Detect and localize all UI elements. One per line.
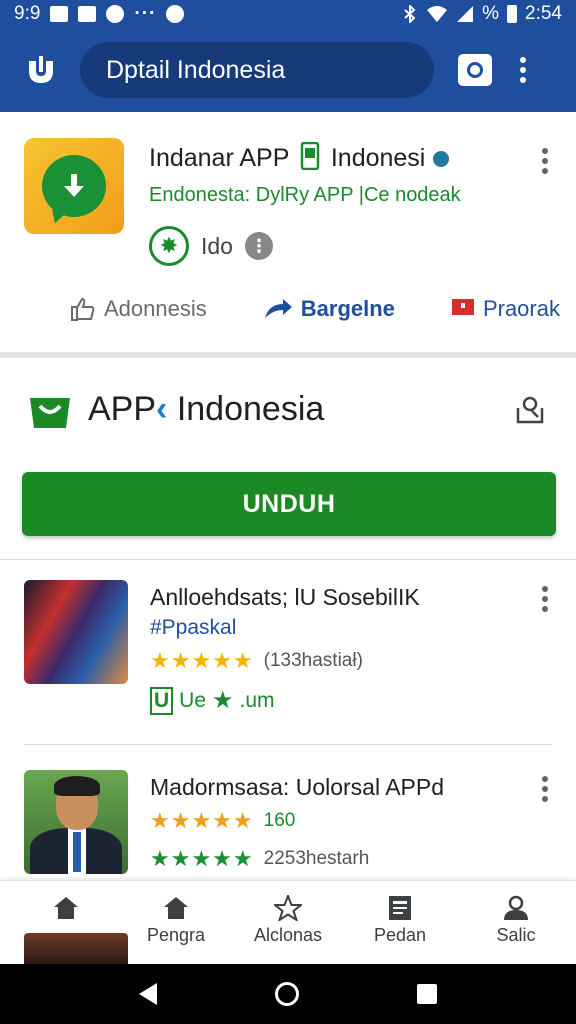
star-rating-icons: ★★★★★	[150, 808, 254, 833]
search-text: Dptail Indonesia	[106, 55, 286, 84]
info-icon[interactable]: ⋮	[244, 232, 273, 260]
age-rating-badge-icon: ✸	[149, 226, 189, 266]
nav-label: Pedan	[373, 925, 427, 945]
app-bar: Dptail Indonesia	[0, 28, 576, 112]
item-title: Madormsasa: Uolorsal APPd	[150, 774, 445, 800]
share-action-label: Bargelne	[300, 296, 395, 321]
share-action[interactable]: Bargelne	[263, 296, 395, 322]
nav-item-pengra[interactable]: Pengra	[126, 895, 226, 946]
nav-label: Alclonas	[253, 925, 323, 945]
app-logo-icon[interactable]	[22, 51, 60, 89]
overflow-menu-icon[interactable]	[520, 57, 526, 83]
section-title-suffix: Indonesia	[176, 390, 325, 428]
item-rating-secondary: ★★★★★ 2253hestarh	[150, 846, 369, 872]
share-arrow-icon	[264, 299, 292, 318]
nav-item-pedan[interactable]: Pedan	[350, 895, 450, 946]
app-detail-card: Indanar APP Indonesi Endonesta: DylRy AP…	[0, 112, 576, 358]
recents-icon[interactable]	[417, 984, 437, 1004]
item-badge: U Ue ★ .um	[150, 686, 275, 715]
nav-label: Pengra	[146, 925, 206, 945]
flag-icon	[451, 299, 474, 315]
status-time: 9:9	[14, 3, 41, 24]
more-notifications-icon: ···	[134, 3, 157, 24]
report-action[interactable]: Praorak	[451, 296, 560, 322]
item-menu-icon[interactable]	[542, 776, 548, 802]
download-arrow-icon	[42, 155, 106, 217]
news-icon	[389, 896, 411, 920]
item-rating: ★★★★★ (133hastiał)	[150, 648, 363, 674]
item-menu-icon[interactable]	[542, 586, 548, 612]
download-button[interactable]: UNDUH	[22, 472, 556, 536]
notification-settings-icon	[106, 5, 125, 23]
chevron-left-icon: ‹	[156, 390, 168, 428]
nav-home-first[interactable]	[16, 895, 116, 921]
share-icon[interactable]	[514, 394, 546, 426]
rating-count: 2253hestarh	[263, 848, 370, 869]
badge-suffix: .um	[239, 688, 275, 712]
verified-badge-icon	[433, 151, 450, 167]
search-field[interactable]: Dptail Indonesia	[80, 42, 434, 98]
app-title-text: Indanar APP	[149, 144, 289, 172]
app-title: Indanar APP Indonesi	[149, 141, 450, 173]
star-icon	[274, 895, 302, 921]
rating-row: ✸ Ido ⋮	[149, 226, 273, 266]
notification-chart-icon	[78, 6, 97, 22]
app-title-suffix: Indonesi	[330, 144, 426, 172]
section-title: APP‹ Indonesia	[88, 390, 324, 429]
camera-icon[interactable]	[458, 54, 492, 86]
home-icon	[164, 897, 188, 919]
list-divider	[24, 744, 552, 745]
badge-box: U	[150, 686, 174, 715]
phone-icon	[300, 141, 320, 171]
signal-icon	[457, 6, 474, 22]
star-icon: ★	[212, 687, 234, 714]
battery-percent: %	[482, 3, 500, 24]
bottom-navigation: Pengra Alclonas Pedan Salic	[0, 880, 576, 965]
rating-value: 160	[263, 810, 296, 831]
actions-row: Adonnesis Bargelne Praorak	[70, 296, 560, 322]
section-title-text: APP	[88, 390, 157, 428]
badge-text: Ue	[179, 688, 207, 712]
app-subtitle: Endonesta: DylRy APP |Ce nodeak	[149, 184, 461, 206]
app-icon[interactable]	[24, 138, 124, 234]
card-menu-icon[interactable]	[542, 148, 548, 174]
phones-thumbnail	[24, 580, 128, 684]
notification-image-icon	[50, 6, 69, 22]
like-action-label: Adonnesis	[104, 296, 207, 321]
home-icon	[54, 897, 78, 919]
back-icon[interactable]	[139, 983, 157, 1005]
item-title: Anlloehdsats; lU SosebilIK	[150, 584, 420, 610]
rating-label: Ido	[201, 232, 233, 259]
like-action[interactable]: Adonnesis	[70, 296, 207, 322]
list-item[interactable]: Anlloehdsats; lU SosebilIK #Ppaskal ★★★★…	[0, 560, 576, 730]
thumb-up-icon	[71, 297, 95, 321]
status-clock: 2:54	[525, 3, 562, 24]
system-navigation	[0, 964, 576, 1024]
person-icon	[504, 895, 528, 920]
report-action-label: Praorak	[482, 296, 560, 321]
nav-item-alclonas[interactable]: Alclonas	[238, 895, 338, 946]
person-thumbnail	[24, 770, 128, 874]
nav-item-salic[interactable]: Salic	[466, 895, 566, 946]
store-bag-icon	[30, 398, 70, 428]
status-bar: 9:9 ··· % 2:54	[0, 0, 576, 28]
wifi-icon	[427, 6, 448, 22]
install-section: APP‹ Indonesia UNDUH	[0, 364, 576, 560]
battery-icon	[507, 5, 518, 23]
item-tag: #Ppaskal	[150, 616, 237, 639]
item-rating: ★★★★★ 160	[150, 808, 295, 834]
home-circle-icon[interactable]	[275, 982, 299, 1006]
rating-count: (133hastiał)	[263, 650, 363, 671]
peek-thumbnail	[24, 933, 128, 965]
star-rating-icons: ★★★★★	[150, 846, 254, 871]
star-rating-icons: ★★★★★	[150, 648, 254, 673]
bluetooth-icon	[404, 5, 416, 23]
chat-notification-icon	[166, 5, 185, 23]
nav-label: Salic	[496, 925, 536, 945]
